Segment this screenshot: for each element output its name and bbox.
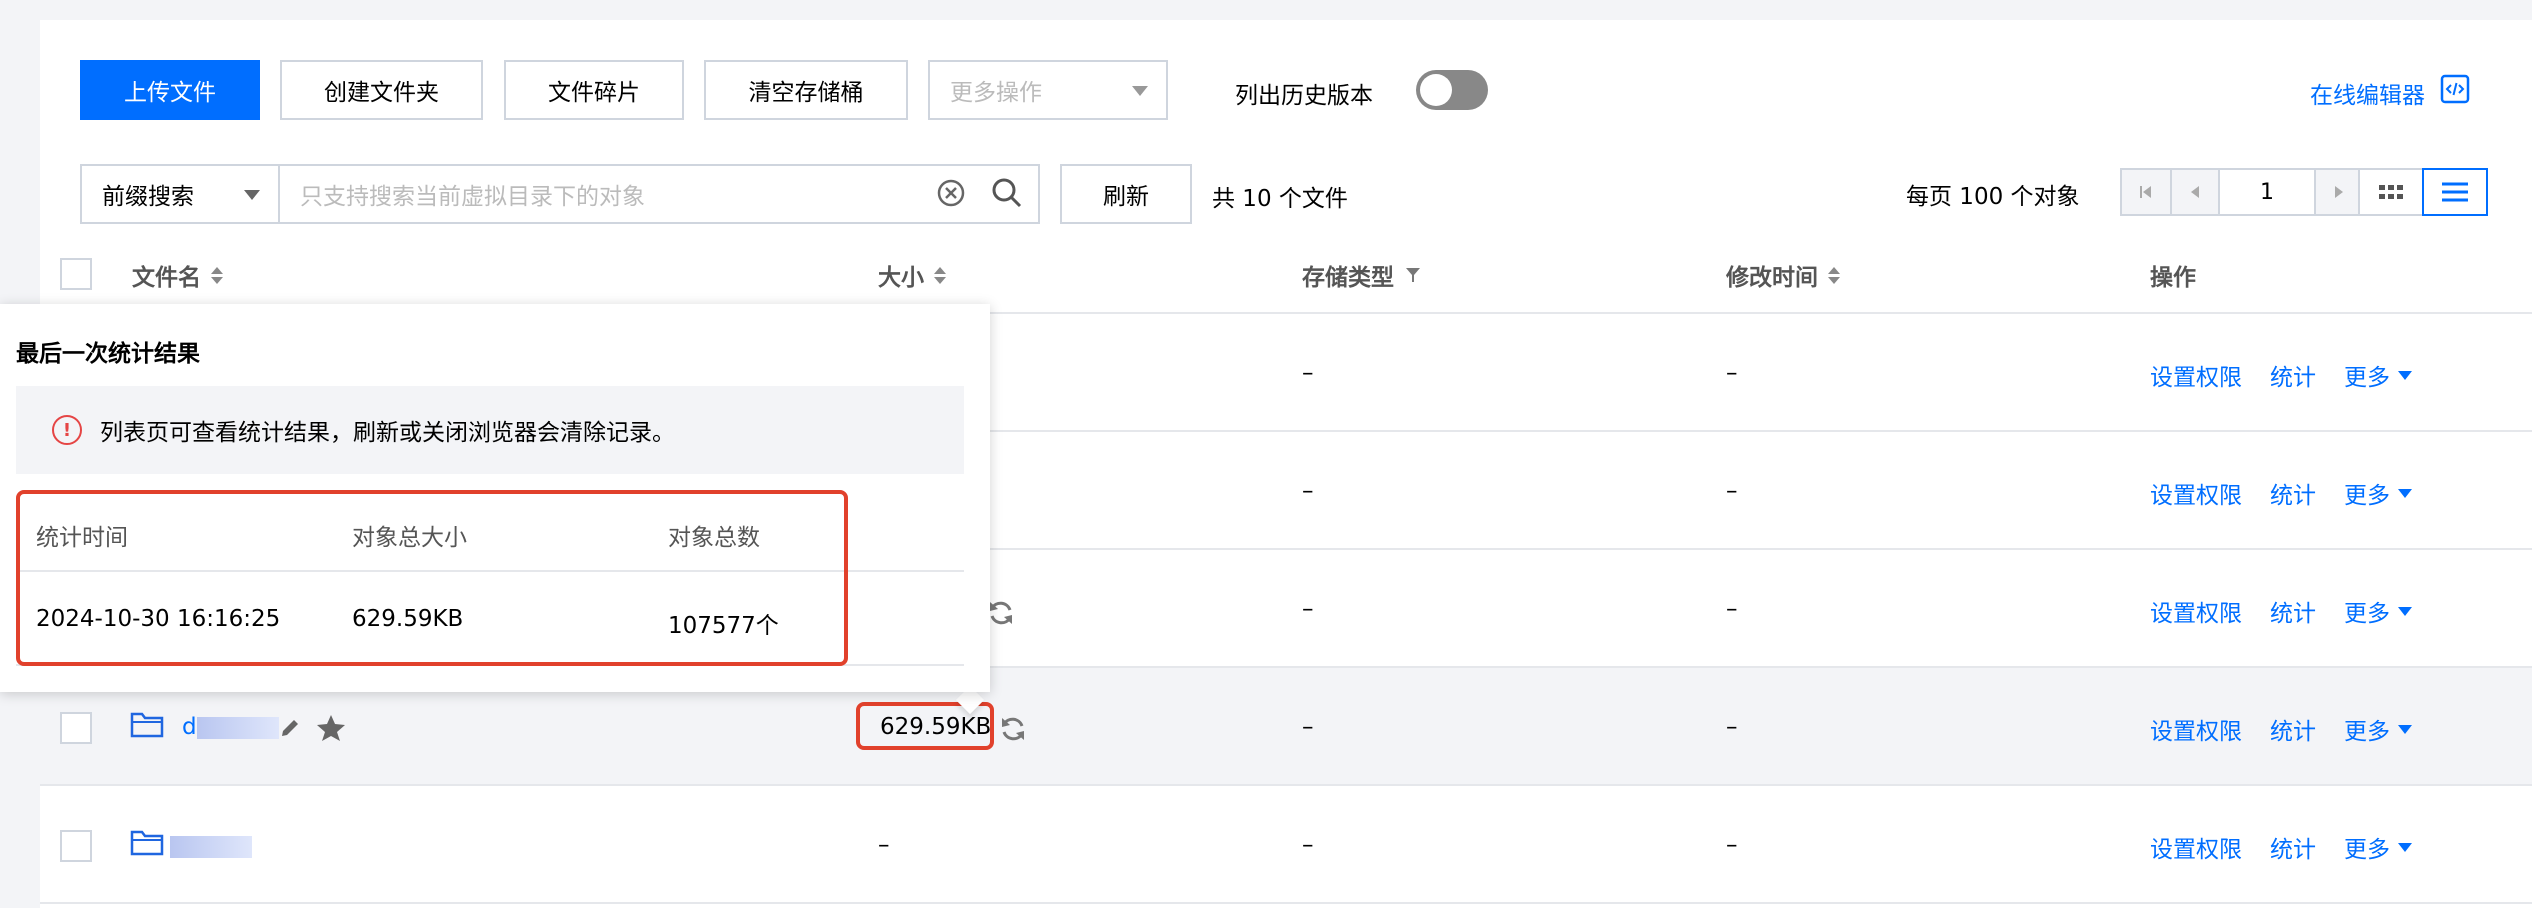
- row-checkbox[interactable]: [60, 830, 92, 862]
- column-name-label: 文件名: [132, 265, 201, 291]
- set-permission-link[interactable]: 设置权限: [2150, 476, 2242, 510]
- prev-page-button[interactable]: [2170, 168, 2220, 216]
- column-modified-label: 修改时间: [1726, 265, 1818, 291]
- sort-icon: [211, 266, 223, 284]
- redacted-name: [196, 716, 279, 739]
- more-actions-select[interactable]: 更多操作: [928, 60, 1168, 120]
- notice-banner: ! 列表页可查看统计结果，刷新或关闭浏览器会清除记录。: [16, 386, 964, 474]
- set-permission-link[interactable]: 设置权限: [2150, 594, 2242, 628]
- file-name-text: d: [182, 714, 197, 740]
- total-count: 共 10 个文件: [1212, 186, 1348, 212]
- select-all-checkbox[interactable]: [60, 258, 92, 290]
- file-fragments-button[interactable]: 文件碎片: [504, 60, 684, 120]
- more-link[interactable]: 更多: [2344, 476, 2390, 510]
- file-name-link[interactable]: d: [182, 714, 279, 740]
- warning-icon: !: [52, 415, 82, 445]
- grid-view-icon: [2379, 185, 2403, 199]
- chevron-down-icon: [2398, 842, 2412, 852]
- chevron-down-icon: [2398, 370, 2412, 380]
- highlight-box: [16, 490, 848, 666]
- stats-link[interactable]: 统计: [2270, 476, 2316, 510]
- column-header-name[interactable]: 文件名: [132, 258, 223, 292]
- search-mode-label: 前缀搜索: [102, 184, 194, 210]
- create-folder-button[interactable]: 创建文件夹: [280, 60, 483, 120]
- more-link[interactable]: 更多: [2344, 712, 2390, 746]
- code-editor-icon[interactable]: [2440, 74, 2470, 104]
- column-storage-label: 存储类型: [1302, 265, 1394, 291]
- refresh-icon[interactable]: [986, 598, 1016, 628]
- set-permission-link[interactable]: 设置权限: [2150, 830, 2242, 864]
- first-page-icon: [2140, 186, 2151, 198]
- chevron-down-icon: [2398, 606, 2412, 616]
- redacted-name: [170, 836, 252, 858]
- size-cell: –: [878, 832, 890, 858]
- file-name-link[interactable]: [170, 836, 252, 864]
- notice-text: 列表页可查看统计结果，刷新或关闭浏览器会清除记录。: [100, 420, 675, 446]
- storage-cell: –: [1302, 478, 1314, 504]
- chevron-down-icon: [2398, 724, 2412, 734]
- more-link[interactable]: 更多: [2344, 830, 2390, 864]
- next-page-icon: [2335, 186, 2343, 198]
- storage-cell: –: [1302, 714, 1314, 740]
- stats-popover: 最后一次统计结果 ! 列表页可查看统计结果，刷新或关闭浏览器会清除记录。 统计时…: [0, 304, 990, 692]
- chevron-down-icon: [244, 190, 260, 200]
- modified-cell: –: [1726, 832, 1738, 858]
- chevron-down-icon: [2398, 488, 2412, 498]
- column-header-actions: 操作: [2150, 258, 2196, 292]
- row-checkbox[interactable]: [60, 712, 92, 744]
- clear-bucket-button[interactable]: 清空存储桶: [704, 60, 908, 120]
- refresh-button[interactable]: 刷新: [1060, 164, 1192, 224]
- storage-cell: –: [1302, 360, 1314, 386]
- next-page-button[interactable]: [2314, 168, 2364, 216]
- column-header-storage[interactable]: 存储类型: [1302, 258, 1422, 292]
- upload-button[interactable]: 上传文件: [80, 60, 260, 120]
- history-version-label: 列出历史版本: [1235, 83, 1373, 109]
- modified-cell: –: [1726, 478, 1738, 504]
- grid-view-button[interactable]: [2358, 168, 2424, 216]
- prev-page-icon: [2191, 186, 2199, 198]
- more-link[interactable]: 更多: [2344, 594, 2390, 628]
- set-permission-link[interactable]: 设置权限: [2150, 358, 2242, 392]
- search-mode-select[interactable]: 前缀搜索: [80, 164, 280, 224]
- column-header-size[interactable]: 大小: [878, 258, 946, 292]
- toggle-knob: [1420, 74, 1452, 106]
- column-size-label: 大小: [878, 265, 924, 291]
- popover-title: 最后一次统计结果: [16, 341, 200, 367]
- stats-link[interactable]: 统计: [2270, 712, 2316, 746]
- per-page-label: 每页 100 个对象: [1906, 184, 2080, 210]
- refresh-icon[interactable]: [998, 714, 1028, 744]
- set-permission-link[interactable]: 设置权限: [2150, 712, 2242, 746]
- storage-cell: –: [1302, 596, 1314, 622]
- modified-cell: –: [1726, 596, 1738, 622]
- chevron-down-icon: [1132, 86, 1148, 96]
- more-link[interactable]: 更多: [2344, 358, 2390, 392]
- sort-icon: [1828, 266, 1840, 284]
- column-actions-label: 操作: [2150, 265, 2196, 291]
- star-icon[interactable]: [316, 714, 346, 742]
- stats-link[interactable]: 统计: [2270, 594, 2316, 628]
- stats-link[interactable]: 统计: [2270, 358, 2316, 392]
- sort-icon: [934, 266, 946, 284]
- folder-icon: [130, 830, 164, 856]
- folder-icon: [130, 712, 164, 738]
- clear-icon[interactable]: [936, 178, 966, 208]
- search-icon[interactable]: [990, 176, 1024, 210]
- more-actions-label: 更多操作: [950, 80, 1042, 106]
- search-input[interactable]: 只支持搜索当前虚拟目录下的对象: [278, 164, 1040, 224]
- list-view-icon: [2442, 182, 2468, 202]
- filter-icon[interactable]: [1404, 266, 1422, 284]
- stats-link[interactable]: 统计: [2270, 830, 2316, 864]
- modified-cell: –: [1726, 360, 1738, 386]
- edit-icon[interactable]: [278, 716, 302, 740]
- storage-cell: –: [1302, 832, 1314, 858]
- page-number-input[interactable]: 1: [2218, 168, 2316, 216]
- first-page-button[interactable]: [2120, 168, 2172, 216]
- search-placeholder: 只支持搜索当前虚拟目录下的对象: [300, 184, 645, 210]
- online-editor-link[interactable]: 在线编辑器: [2310, 76, 2425, 110]
- modified-cell: –: [1726, 714, 1738, 740]
- column-header-modified[interactable]: 修改时间: [1726, 258, 1840, 292]
- history-version-toggle[interactable]: [1416, 70, 1488, 110]
- list-view-button[interactable]: [2422, 168, 2488, 216]
